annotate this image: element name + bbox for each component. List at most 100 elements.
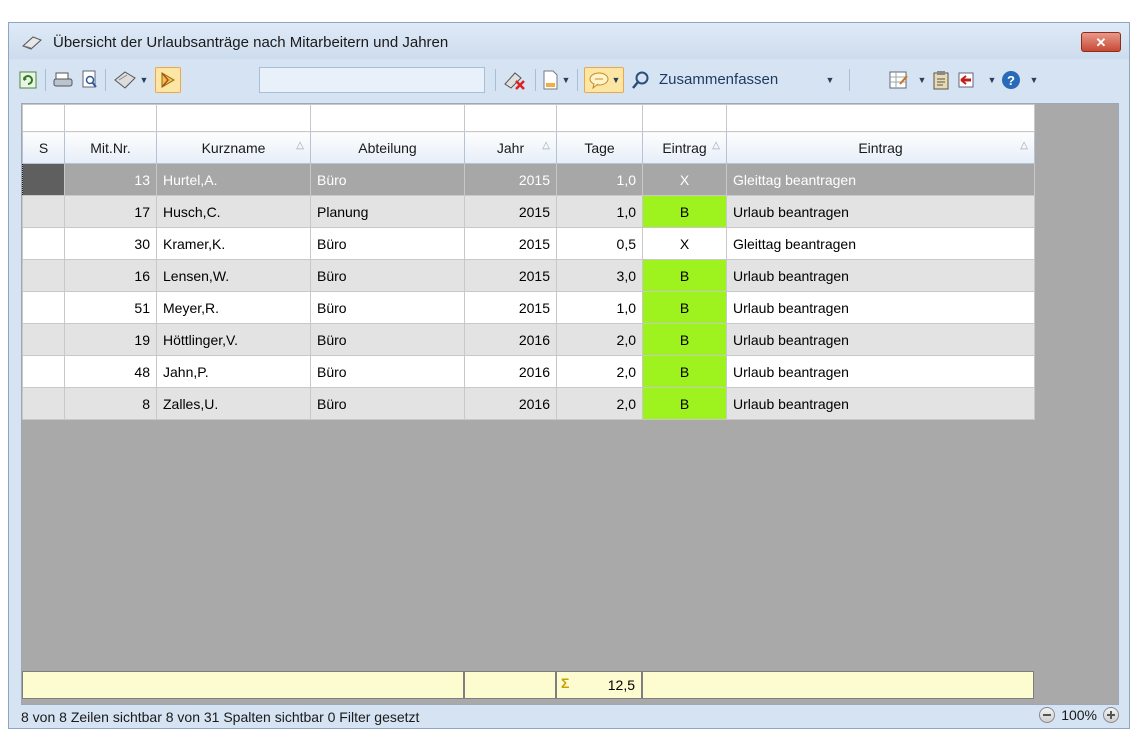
table-row[interactable]: 30 Kramer,K. Büro 2015 0,5 X Gleittag beantrag… xyxy=(22,227,1035,260)
cell-eintrag-code[interactable]: B xyxy=(642,259,727,292)
cell-tage[interactable]: 2,0 xyxy=(556,387,643,420)
highlight-toggle[interactable] xyxy=(155,67,181,93)
cell-kurzname[interactable]: Lensen,W. xyxy=(156,259,311,292)
cell-mitnr[interactable]: 17 xyxy=(64,195,157,228)
filter-cell[interactable] xyxy=(310,104,465,132)
filter-remove-icon[interactable] xyxy=(503,68,527,92)
row-selector[interactable] xyxy=(22,195,65,228)
table-row[interactable]: 13 Hurtel,A. Büro 2015 1,0 X Gleittag beantrag… xyxy=(22,163,1035,196)
cell-jahr[interactable]: 2016 xyxy=(464,387,557,420)
cell-kurzname[interactable]: Meyer,R. xyxy=(156,291,311,324)
comment-toggle[interactable]: ▼ xyxy=(584,67,624,93)
filter-cell[interactable] xyxy=(64,104,157,132)
cell-eintrag[interactable]: Urlaub beantragen xyxy=(726,291,1035,324)
cell-mitnr[interactable]: 51 xyxy=(64,291,157,324)
column-header[interactable]: Mit.Nr. xyxy=(64,131,157,164)
cell-jahr[interactable]: 2016 xyxy=(464,323,557,356)
cell-eintrag-code[interactable]: B xyxy=(642,291,727,324)
cell-mitnr[interactable]: 8 xyxy=(64,387,157,420)
cell-eintrag-code[interactable]: X xyxy=(642,227,727,260)
sort-arrow-icon[interactable]: △ xyxy=(1020,140,1028,151)
column-header[interactable]: Kurzname △ xyxy=(156,131,311,164)
cell-kurzname[interactable]: Höttlinger,V. xyxy=(156,323,311,356)
cell-tage[interactable]: 2,0 xyxy=(556,323,643,356)
cell-kurzname[interactable]: Zalles,U. xyxy=(156,387,311,420)
zoom-in-button[interactable] xyxy=(1103,707,1119,723)
layout-dropdown-icon[interactable]: ▼ xyxy=(917,68,927,92)
cell-tage[interactable]: 3,0 xyxy=(556,259,643,292)
exit-icon[interactable] xyxy=(957,68,979,92)
cell-abteilung[interactable]: Büro xyxy=(310,323,465,356)
cell-mitnr[interactable]: 13 xyxy=(64,163,157,196)
layout-icon[interactable] xyxy=(889,68,909,92)
cell-eintrag-code[interactable]: B xyxy=(642,195,727,228)
cell-eintrag[interactable]: Urlaub beantragen xyxy=(726,355,1035,388)
cell-eintrag-code[interactable]: X xyxy=(642,163,727,196)
cell-tage[interactable]: 1,0 xyxy=(556,163,643,196)
cell-abteilung[interactable]: Büro xyxy=(310,163,465,196)
document-dropdown-icon[interactable]: ▼ xyxy=(561,68,571,92)
print-preview-icon[interactable] xyxy=(81,68,99,92)
column-header[interactable]: Jahr △ xyxy=(464,131,557,164)
cell-eintrag[interactable]: Urlaub beantragen xyxy=(726,259,1035,292)
print-icon[interactable] xyxy=(53,68,75,92)
row-selector[interactable] xyxy=(22,323,65,356)
cell-eintrag-code[interactable]: B xyxy=(642,387,727,420)
filter-cell[interactable] xyxy=(642,104,727,132)
cell-eintrag[interactable]: Gleittag beantragen xyxy=(726,227,1035,260)
sort-arrow-icon[interactable]: △ xyxy=(712,140,720,151)
column-header[interactable]: Abteilung xyxy=(310,131,465,164)
cell-eintrag-code[interactable]: B xyxy=(642,355,727,388)
table-row[interactable]: 48 Jahn,P. Büro 2016 2,0 B Urlaub beantragen xyxy=(22,355,1035,388)
exit-dropdown-icon[interactable]: ▼ xyxy=(987,68,997,92)
cell-mitnr[interactable]: 30 xyxy=(64,227,157,260)
cell-kurzname[interactable]: Hurtel,A. xyxy=(156,163,311,196)
sort-arrow-icon[interactable]: △ xyxy=(542,140,550,151)
cell-jahr[interactable]: 2015 xyxy=(464,195,557,228)
cell-abteilung[interactable]: Büro xyxy=(310,387,465,420)
row-selector[interactable] xyxy=(22,355,65,388)
cell-kurzname[interactable]: Jahn,P. xyxy=(156,355,311,388)
table-row[interactable]: 19 Höttlinger,V. Büro 2016 2,0 B Urlaub beantr… xyxy=(22,323,1035,356)
search-icon[interactable] xyxy=(631,68,651,92)
cell-jahr[interactable]: 2016 xyxy=(464,355,557,388)
cell-eintrag[interactable]: Urlaub beantragen xyxy=(726,387,1035,420)
cell-eintrag-code[interactable]: B xyxy=(642,323,727,356)
zoom-out-button[interactable] xyxy=(1039,707,1056,723)
cell-mitnr[interactable]: 19 xyxy=(64,323,157,356)
cell-abteilung[interactable]: Planung xyxy=(310,195,465,228)
row-selector[interactable] xyxy=(22,163,65,196)
row-selector[interactable] xyxy=(22,259,65,292)
cell-tage[interactable]: 2,0 xyxy=(556,355,643,388)
row-selector[interactable] xyxy=(22,227,65,260)
cell-mitnr[interactable]: 48 xyxy=(64,355,157,388)
cell-mitnr[interactable]: 16 xyxy=(64,259,157,292)
clipboard-icon[interactable] xyxy=(933,68,949,92)
cell-jahr[interactable]: 2015 xyxy=(464,259,557,292)
zusammenfassen-button[interactable]: Zusammenfassen xyxy=(659,71,778,88)
cell-abteilung[interactable]: Büro xyxy=(310,355,465,388)
filter-cell[interactable] xyxy=(556,104,643,132)
help-icon[interactable]: ? xyxy=(1001,68,1021,92)
export-dropdown-icon[interactable]: ▼ xyxy=(139,68,149,92)
table-row[interactable]: 51 Meyer,R. Büro 2015 1,0 B Urlaub beantragen xyxy=(22,291,1035,324)
cell-tage[interactable]: 0,5 xyxy=(556,227,643,260)
column-header[interactable]: Tage xyxy=(556,131,643,164)
cell-jahr[interactable]: 2015 xyxy=(464,291,557,324)
cell-abteilung[interactable]: Büro xyxy=(310,291,465,324)
cell-jahr[interactable]: 2015 xyxy=(464,163,557,196)
table-row[interactable]: 16 Lensen,W. Büro 2015 3,0 B Urlaub beantragen xyxy=(22,259,1035,292)
column-header[interactable]: Eintrag △ xyxy=(726,131,1035,164)
cell-abteilung[interactable]: Büro xyxy=(310,259,465,292)
column-header[interactable]: Eintrag △ xyxy=(642,131,727,164)
zusammenfassen-dropdown-icon[interactable]: ▼ xyxy=(825,68,835,92)
refresh-icon[interactable] xyxy=(19,68,37,92)
row-selector[interactable] xyxy=(22,387,65,420)
cell-tage[interactable]: 1,0 xyxy=(556,195,643,228)
table-row[interactable]: 17 Husch,C. Planung 2015 1,0 B Urlaub beantrag… xyxy=(22,195,1035,228)
cell-eintrag[interactable]: Gleittag beantragen xyxy=(726,163,1035,196)
close-button[interactable]: ✕ xyxy=(1081,32,1121,52)
document-icon[interactable] xyxy=(543,68,559,92)
cell-kurzname[interactable]: Kramer,K. xyxy=(156,227,311,260)
row-selector[interactable] xyxy=(22,291,65,324)
